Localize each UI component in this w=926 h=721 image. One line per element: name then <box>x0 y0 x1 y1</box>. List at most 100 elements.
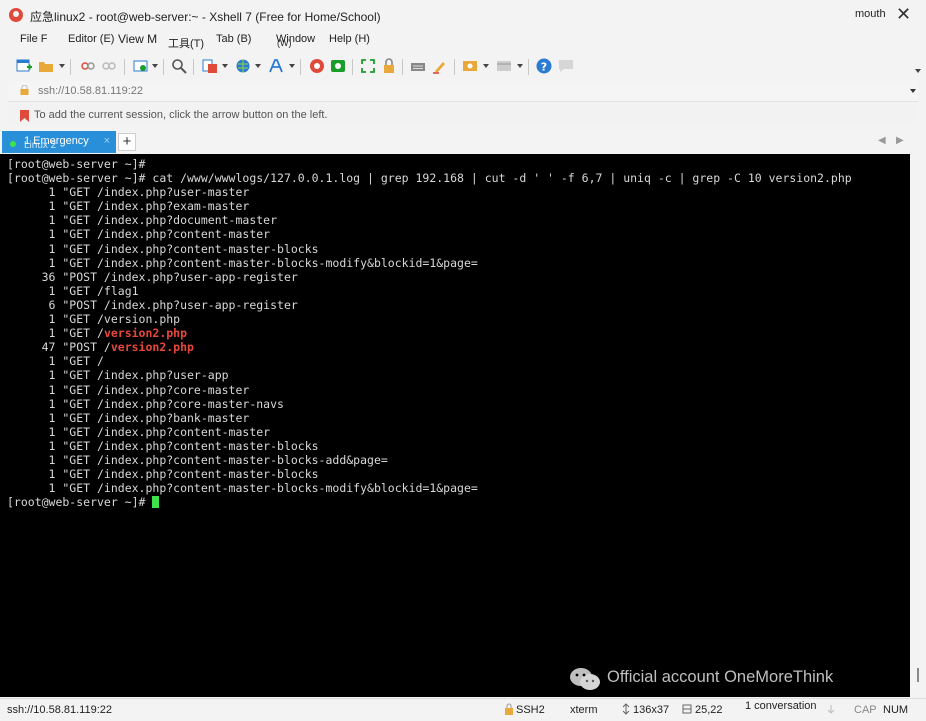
menu-tools[interactable]: 工具(T) <box>168 35 204 51</box>
terminal-line: 1 "GET /index.php?document-master <box>7 213 852 227</box>
new-session-icon[interactable] <box>16 58 32 74</box>
toolbar-separator <box>300 59 301 75</box>
xshell-icon[interactable] <box>309 58 325 74</box>
toolbar-separator <box>193 59 194 75</box>
terminal-scrollbar[interactable] <box>910 154 926 697</box>
script-icon[interactable] <box>462 58 478 74</box>
menu-editor[interactable]: Editor (E) <box>68 33 114 45</box>
chat-icon[interactable] <box>558 58 574 74</box>
session-arrow-icon[interactable] <box>826 703 836 715</box>
terminal-cursor <box>152 496 160 509</box>
address-input[interactable]: ssh://10.58.81.119:22 <box>38 85 143 97</box>
terminal-line-text: 36 "POST /index.php?user-app-register <box>7 269 298 284</box>
help-icon[interactable]: ? <box>536 58 552 74</box>
terminal-line: 1 "GET /version2.php <box>7 326 852 340</box>
terminal-line: 47 "POST /version2.php <box>7 340 852 354</box>
status-address: ssh://10.58.81.119:22 <box>7 704 112 716</box>
menu-view[interactable]: View M <box>118 32 157 46</box>
terminal-line-text: 1 "GET /index.php?content-master-blocks <box>7 438 319 453</box>
lock-icon[interactable] <box>381 58 397 74</box>
terminal-line: 1 "GET /index.php?core-master <box>7 383 852 397</box>
watermark: Official account OneMoreThink <box>568 666 868 690</box>
transfer-dropdown-icon[interactable] <box>222 64 228 68</box>
terminal-line-text: [root@web-server ~]# <box>7 495 153 510</box>
toolbar-separator <box>124 59 125 75</box>
terminal-pane[interactable]: [root@web-server ~]# [root@web-server ~]#… <box>0 154 910 697</box>
script-dropdown-icon[interactable] <box>483 64 489 68</box>
keyboard-icon[interactable] <box>410 58 426 74</box>
tab-close-icon[interactable]: × <box>104 135 110 147</box>
terminal-output: [root@web-server ~]# [root@web-server ~]#… <box>7 157 852 509</box>
terminal-line-text: 1 "GET /index.php?core-master <box>7 382 250 397</box>
terminal-line: 1 "GET /index.php?core-master-navs <box>7 397 852 411</box>
close-window-button[interactable]: ✕ <box>896 4 911 24</box>
connect-icon[interactable] <box>80 58 96 74</box>
menu-help[interactable]: Help (H) <box>329 33 370 45</box>
font-icon[interactable] <box>268 58 284 74</box>
terminal-line-text: 1 "GET /index.php?user-master <box>7 185 250 200</box>
terminal-line: 6 "POST /index.php?user-app-register <box>7 298 852 312</box>
terminal-line-text: 1 "GET /index.php?content-master-blocks-… <box>7 481 478 496</box>
terminal-line: 1 "GET /index.php?content-master <box>7 425 852 439</box>
menu-window[interactable]: Window <box>276 33 315 45</box>
size-icon <box>622 703 630 715</box>
toolbar-separator <box>528 59 529 75</box>
tab-label: 1 Emergency <box>24 135 89 147</box>
xftp-icon[interactable] <box>330 58 346 74</box>
scrollbar-thumb[interactable] <box>917 668 919 682</box>
grep-match-highlight: version2.php <box>110 340 194 355</box>
disconnect-icon[interactable] <box>101 58 117 74</box>
open-dropdown-icon[interactable] <box>59 64 65 68</box>
address-bar[interactable]: ssh://10.58.81.119:22 <box>8 81 918 102</box>
terminal-line: 1 "GET /index.php?content-master-blocks <box>7 242 852 256</box>
font-dropdown-icon[interactable] <box>289 64 295 68</box>
terminal-line-text: 47 "POST / <box>7 340 111 355</box>
tab-next-icon[interactable]: ▶ <box>896 135 904 146</box>
terminal-line-text: 1 "GET /index.php?content-master-blocks <box>7 467 319 482</box>
wechat-icon <box>570 668 600 690</box>
terminal-line: 1 "GET /index.php?content-master-blocks-… <box>7 453 852 467</box>
terminal-line: 1 "GET /index.php?bank-master <box>7 411 852 425</box>
terminal-line: 1 "GET /index.php?user-master <box>7 185 852 199</box>
menu-file[interactable]: File F <box>20 33 48 45</box>
terminal-line-text: 1 "GET /index.php?bank-master <box>7 410 250 425</box>
layout-dropdown-icon[interactable] <box>517 64 523 68</box>
toolbar-separator <box>454 59 455 75</box>
globe-dropdown-icon[interactable] <box>255 64 261 68</box>
bookmark-flag-icon[interactable] <box>20 110 29 122</box>
terminal-line-text: 1 "GET / <box>7 326 104 341</box>
terminal-line-text: 1 "GET / <box>7 354 104 369</box>
terminal-line: [root@web-server ~]# cat /www/wwwlogs/12… <box>7 171 852 185</box>
globe-icon[interactable] <box>235 58 251 74</box>
search-icon[interactable] <box>171 58 187 74</box>
fullscreen-icon[interactable] <box>360 58 376 74</box>
layout-icon[interactable] <box>496 58 512 74</box>
transfer-icon[interactable] <box>202 58 218 74</box>
account-name[interactable]: mouth <box>855 8 886 20</box>
terminal-line-text: 6 "POST /index.php?user-app-register <box>7 297 298 312</box>
grep-match-highlight: version2.php <box>103 326 188 341</box>
terminal-line: 1 "GET /index.php?content-master-blocks-… <box>7 481 852 495</box>
terminal-line: 1 "GET /index.php?content-master-blocks <box>7 467 852 481</box>
address-dropdown-icon[interactable] <box>910 89 916 93</box>
properties-icon[interactable] <box>133 58 149 74</box>
toolbar-separator <box>352 59 353 75</box>
tab-emergency-linux2[interactable]: Linux 2 1 Emergency × <box>2 131 116 153</box>
open-folder-icon[interactable] <box>38 58 54 74</box>
lock-icon <box>20 85 29 95</box>
terminal-line: 1 "GET /version.php <box>7 312 852 326</box>
add-tab-button[interactable]: + <box>118 133 136 151</box>
properties-dropdown-icon[interactable] <box>152 64 158 68</box>
menu-tab[interactable]: Tab (B) <box>216 33 251 45</box>
terminal-line-text: [root@web-server ~]# <box>7 157 146 171</box>
tab-prev-icon[interactable]: ◀ <box>878 135 886 146</box>
highlight-pen-icon[interactable] <box>432 58 448 74</box>
toolbar-overflow-icon[interactable] <box>915 69 921 73</box>
title-bar: 应急linux2 - root@web-server:~ - Xshell 7 … <box>0 0 926 30</box>
status-cursor-position: 25,22 <box>695 704 723 716</box>
terminal-line-text: 1 "GET /index.php?content-master-blocks-… <box>7 255 478 270</box>
status-bar: ssh://10.58.81.119:22 SSH2 xterm 136x37 … <box>0 698 926 721</box>
terminal-line: 1 "GET /index.php?content-master-blocks <box>7 439 852 453</box>
terminal-line-text: 1 "GET /index.php?user-app <box>7 368 229 383</box>
terminal-line-text: 1 "GET /index.php?content-master-blocks-… <box>7 452 388 467</box>
